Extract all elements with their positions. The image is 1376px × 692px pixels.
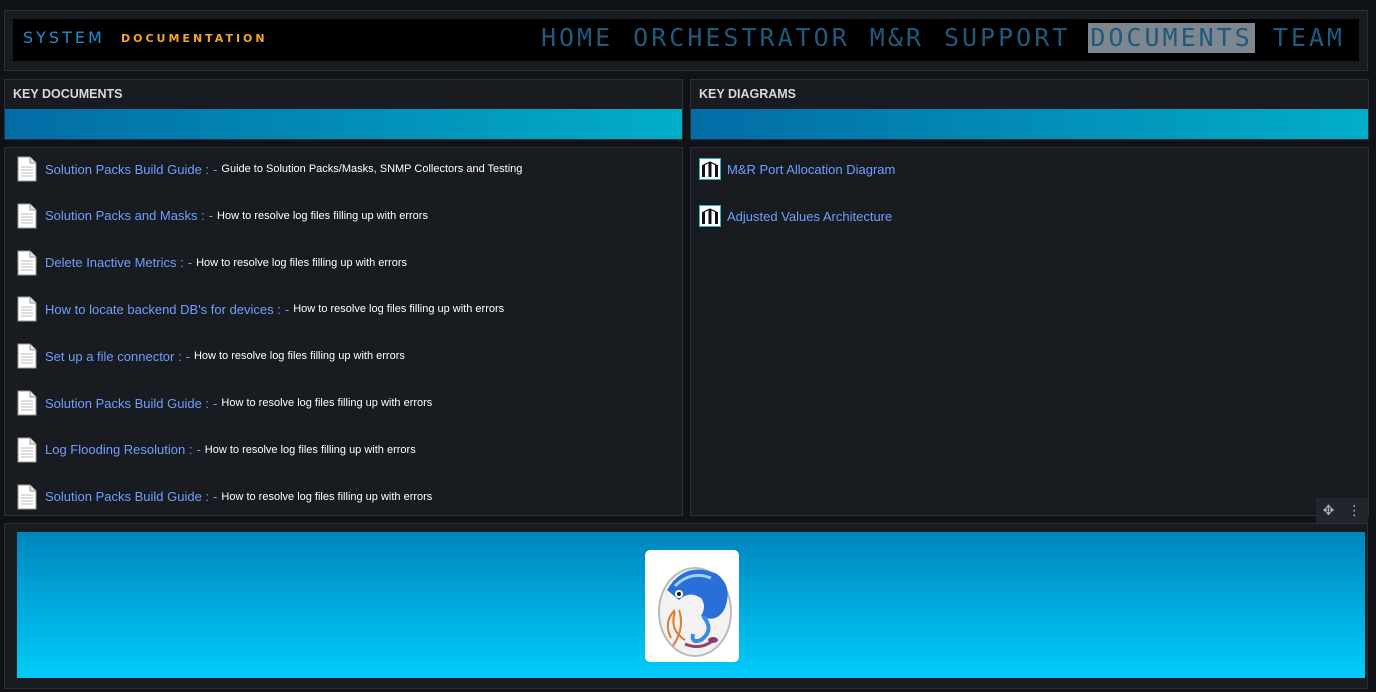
key-diagrams-list: M&R Port Allocation Diagram Adjusted Valu… <box>690 147 1369 516</box>
nav-home[interactable]: HOME <box>539 23 615 53</box>
panel-controls: ✥ ⋮ <box>1316 498 1368 524</box>
separator: - <box>213 395 218 411</box>
nav-m-r[interactable]: M&R <box>868 23 926 53</box>
document-row: Set up a file connector : - How to resolve… <box>17 342 405 370</box>
nav-support[interactable]: SUPPORT <box>942 23 1072 53</box>
document-row: How to locate backend DB's for devices :… <box>17 295 504 323</box>
document-icon <box>17 203 37 229</box>
document-description: How to resolve log files filling up with… <box>221 490 433 503</box>
document-link[interactable]: Delete Inactive Metrics : <box>45 255 184 270</box>
document-icon <box>17 437 37 463</box>
document-description: How to resolve log files filling up with… <box>204 443 416 456</box>
header-bar: SYSTEM DOCUMENTATION HOME ORCHESTRATOR M&R… <box>13 19 1359 61</box>
separator: - <box>284 301 290 317</box>
nav-orchestrator[interactable]: ORCHESTRATOR <box>631 23 852 53</box>
document-row: Solution Packs Build Guide : - How to reso… <box>17 389 432 417</box>
document-icon <box>17 484 37 510</box>
document-description: How to resolve log files filling up with… <box>196 256 407 269</box>
diagram-row: M&R Port Allocation Diagram <box>699 155 895 183</box>
document-link[interactable]: Solution Packs Build Guide : <box>45 162 209 177</box>
document-row: Solution Packs Build Guide : - Guide to So… <box>17 155 522 183</box>
key-documents-list: Solution Packs Build Guide : - Guide to So… <box>4 147 683 516</box>
document-icon <box>17 390 37 416</box>
nav-documents[interactable]: DOCUMENTS <box>1088 23 1255 53</box>
document-icon <box>17 156 37 182</box>
document-description: How to resolve log files filling up with… <box>293 303 505 316</box>
brand-title: SYSTEM <box>23 28 105 47</box>
diagram-link[interactable]: M&R Port Allocation Diagram <box>727 162 895 177</box>
footer-banner <box>17 532 1365 678</box>
document-description: How to resolve log files filling up with… <box>193 350 405 363</box>
separator: - <box>213 489 218 505</box>
separator: - <box>213 161 218 177</box>
document-description: Guide to Solution Packs/Masks, SNMP Coll… <box>221 163 523 175</box>
separator: - <box>208 208 214 224</box>
brand-subtitle: DOCUMENTATION <box>121 32 268 45</box>
key-diagrams-title: KEY DIAGRAMS <box>699 87 797 101</box>
diagram-icon <box>699 205 721 227</box>
document-link[interactable]: How to locate backend DB's for devices : <box>45 302 281 317</box>
document-row: Delete Inactive Metrics : - How to resolve… <box>17 249 407 277</box>
separator: - <box>185 348 190 364</box>
move-icon[interactable]: ✥ <box>1323 503 1335 519</box>
document-icon <box>17 296 37 322</box>
key-diagrams-header-panel: KEY DIAGRAMS <box>690 79 1369 140</box>
diagram-link[interactable]: Adjusted Values Architecture <box>727 209 892 224</box>
document-description: How to resolve log files filling up with… <box>217 209 428 222</box>
key-documents-header-panel: KEY DOCUMENTS <box>4 79 683 140</box>
document-icon <box>17 250 37 276</box>
document-link[interactable]: Solution Packs Build Guide : <box>45 396 209 411</box>
document-row: Log Flooding Resolution : - How to resolve… <box>17 436 416 464</box>
document-description: How to resolve log files filling up with… <box>221 397 433 409</box>
key-diagrams-bar <box>691 109 1368 139</box>
footer-panel <box>4 523 1368 689</box>
separator: - <box>196 442 201 458</box>
document-link[interactable]: Solution Packs Build Guide : <box>45 489 209 504</box>
document-row: Solution Packs Build Guide : - How to reso… <box>17 483 432 511</box>
kebab-menu-icon[interactable]: ⋮ <box>1347 503 1361 519</box>
key-documents-title: KEY DOCUMENTS <box>13 87 123 101</box>
chameleon-logo <box>645 550 739 662</box>
document-link[interactable]: Log Flooding Resolution : <box>45 442 192 457</box>
document-icon <box>17 343 37 369</box>
diagram-icon <box>699 158 721 180</box>
document-link[interactable]: Set up a file connector : <box>45 349 182 364</box>
key-documents-bar <box>5 109 682 139</box>
top-nav: HOME ORCHESTRATOR M&R SUPPORT DOCUMENTS TEAM <box>523 22 1347 54</box>
diagram-row: Adjusted Values Architecture <box>699 202 892 230</box>
nav-team[interactable]: TEAM <box>1271 23 1347 53</box>
header-panel: SYSTEM DOCUMENTATION HOME ORCHESTRATOR M&R… <box>4 10 1368 71</box>
document-row: Solution Packs and Masks : - How to resolv… <box>17 202 428 230</box>
document-link[interactable]: Solution Packs and Masks : <box>45 208 205 223</box>
separator: - <box>187 255 193 271</box>
